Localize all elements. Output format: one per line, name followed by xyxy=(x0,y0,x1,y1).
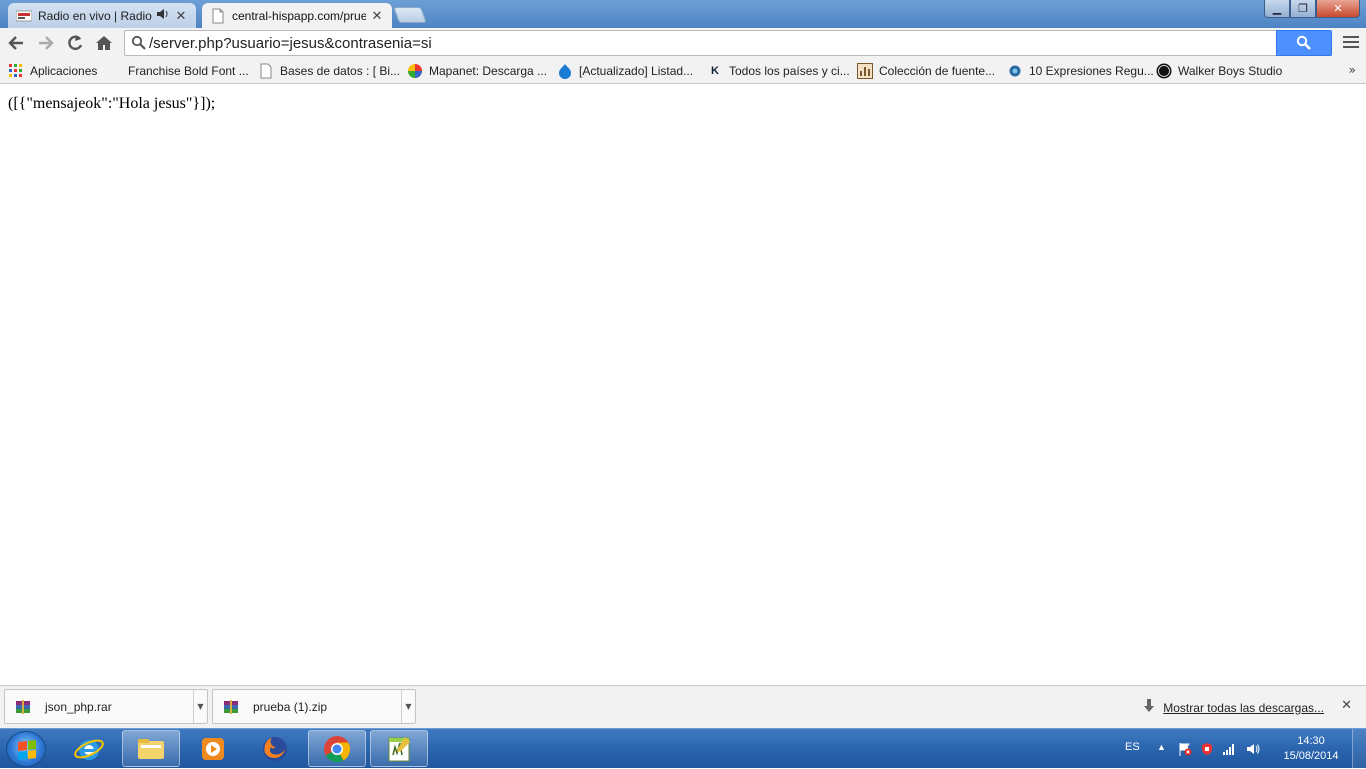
download-options-chevron-icon[interactable]: ▼ xyxy=(401,690,415,723)
bookmark-label: Aplicaciones xyxy=(30,64,98,78)
download-arrow-icon xyxy=(1143,699,1155,716)
apps-grid-icon xyxy=(8,63,24,79)
taskbar-internet-explorer[interactable] xyxy=(60,730,118,767)
search-button[interactable] xyxy=(1276,30,1332,56)
language-indicator[interactable]: ES xyxy=(1125,741,1140,753)
network-signal-icon[interactable] xyxy=(1222,742,1236,756)
internet-explorer-icon xyxy=(74,739,104,760)
search-icon xyxy=(1296,35,1311,50)
bookmark-expresiones-regulares[interactable]: 10 Expresiones Regu... xyxy=(1007,62,1154,80)
restore-button[interactable]: ❐ xyxy=(1290,0,1316,18)
forward-arrow-icon xyxy=(39,36,54,50)
reload-icon xyxy=(68,35,83,51)
window-controls: ▁ ❐ ✕ xyxy=(1264,0,1360,18)
chart-icon xyxy=(857,63,873,79)
action-center-flag-icon[interactable] xyxy=(1178,742,1192,756)
forward-button[interactable] xyxy=(34,32,58,54)
tab-title: central-hispapp.com/prue xyxy=(232,8,366,23)
tab-title: Radio en vivo | Radio en xyxy=(38,8,152,23)
back-arrow-icon xyxy=(8,36,23,50)
chrome-menu-button[interactable] xyxy=(1342,33,1360,51)
k-icon: K xyxy=(711,65,719,77)
bookmark-walker-boys[interactable]: Walker Boys Studio xyxy=(1156,62,1282,80)
reload-button[interactable] xyxy=(63,32,87,54)
bookmark-bases-de-datos[interactable]: Bases de datos : [ Bi... xyxy=(258,62,400,80)
winrar-archive-icon xyxy=(15,699,31,715)
clock[interactable]: 14:30 15/08/2014 xyxy=(1278,734,1344,764)
clock-date: 15/08/2014 xyxy=(1283,750,1339,762)
radio-favicon-icon xyxy=(15,8,33,24)
tab-close-icon[interactable]: ✕ xyxy=(370,8,384,24)
show-desktop-button[interactable] xyxy=(1352,729,1366,769)
back-button[interactable] xyxy=(4,32,28,54)
json-response-text: ([{"mensajeok":"Hola jesus"}]); xyxy=(8,95,216,112)
taskbar-notepad-plus[interactable] xyxy=(370,730,428,767)
notepad-plus-icon xyxy=(388,736,410,761)
bookmark-label: Colección de fuente... xyxy=(879,64,996,78)
bookmark-franchise-font[interactable]: Franchise Bold Font ... xyxy=(128,62,249,80)
file-explorer-icon xyxy=(138,738,164,759)
windows-taskbar: ES ▲ 14:30 15/08/2014 xyxy=(0,728,1366,769)
bookmark-label: Todos los países y ci... xyxy=(729,64,850,78)
url-input[interactable] xyxy=(149,33,1269,53)
page-content: ([{"mensajeok":"Hola jesus"}]); xyxy=(0,85,1366,685)
chrome-icon xyxy=(324,735,351,762)
download-options-chevron-icon[interactable]: ▼ xyxy=(193,690,207,723)
bookmark-coleccion-fuentes[interactable]: Colección de fuente... xyxy=(857,62,995,80)
page-favicon-icon xyxy=(210,8,226,24)
download-filename: prueba (1).zip xyxy=(253,699,328,714)
browser-toolbar xyxy=(0,28,1366,58)
download-shelf: json_php.rar ▼ prueba (1).zip ▼ Mostrar … xyxy=(0,685,1366,728)
home-button[interactable] xyxy=(92,32,116,54)
drupal-icon xyxy=(557,63,573,79)
firefox-icon xyxy=(263,736,287,761)
wbs-icon xyxy=(1156,63,1172,79)
mapanet-icon xyxy=(407,63,423,79)
title-bar: Radio en vivo | Radio en ✕ central-hispa… xyxy=(0,0,1366,28)
clock-time: 14:30 xyxy=(1297,735,1325,747)
tab-radio-en-vivo[interactable]: Radio en vivo | Radio en ✕ xyxy=(8,3,196,28)
close-download-shelf-icon[interactable]: ✕ xyxy=(1341,698,1352,713)
address-bar[interactable] xyxy=(124,30,1332,56)
bookmark-todos-los-paises[interactable]: K Todos los países y ci... xyxy=(707,62,850,80)
volume-icon[interactable] xyxy=(1246,742,1260,756)
bookmarks-bar: Aplicaciones Franchise Bold Font ... Bas… xyxy=(0,58,1366,84)
close-window-button[interactable]: ✕ xyxy=(1316,0,1360,18)
security-shield-icon[interactable] xyxy=(1200,742,1214,756)
bookmarks-overflow-chevron-icon[interactable]: » xyxy=(1349,63,1356,77)
taskbar-file-explorer[interactable] xyxy=(122,730,180,767)
show-all-downloads: Mostrar todas las descargas... xyxy=(1143,699,1324,716)
download-filename: json_php.rar xyxy=(45,699,112,714)
bookmark-label: Walker Boys Studio xyxy=(1178,64,1283,78)
windows-logo-icon xyxy=(18,740,36,760)
minimize-button[interactable]: ▁ xyxy=(1264,0,1290,18)
taskbar-firefox[interactable] xyxy=(246,730,304,767)
bookmark-label: Mapanet: Descarga ... xyxy=(429,64,548,78)
home-icon xyxy=(96,36,112,50)
winrar-archive-icon xyxy=(223,699,239,715)
new-tab-button[interactable] xyxy=(393,7,427,23)
download-item[interactable]: json_php.rar ▼ xyxy=(4,689,208,724)
taskbar-media-player[interactable] xyxy=(184,730,242,767)
search-icon xyxy=(131,35,146,50)
bookmark-label: Franchise Bold Font ... xyxy=(128,64,249,78)
start-button[interactable] xyxy=(6,731,46,767)
bookmark-label: [Actualizado] Listad... xyxy=(579,64,694,78)
media-player-icon xyxy=(202,737,224,760)
show-all-downloads-link[interactable]: Mostrar todas las descargas... xyxy=(1163,701,1324,715)
bookmark-actualizado-listado[interactable]: [Actualizado] Listad... xyxy=(557,62,693,80)
bookmark-label: 10 Expresiones Regu... xyxy=(1029,64,1154,78)
tab-central-hispapp[interactable]: central-hispapp.com/prue ✕ xyxy=(202,3,392,28)
download-item[interactable]: prueba (1).zip ▼ xyxy=(212,689,416,724)
tab-close-icon[interactable]: ✕ xyxy=(174,8,188,24)
show-hidden-icons-chevron-icon[interactable]: ▲ xyxy=(1157,742,1171,756)
taskbar-chrome[interactable] xyxy=(308,730,366,767)
bookmark-label: Bases de datos : [ Bi... xyxy=(280,64,401,78)
bookmark-aplicaciones[interactable]: Aplicaciones xyxy=(8,62,97,80)
bookmark-mapanet[interactable]: Mapanet: Descarga ... xyxy=(407,62,547,80)
globe-icon xyxy=(1007,63,1023,79)
speaker-icon xyxy=(156,8,170,23)
page-icon xyxy=(258,63,274,79)
